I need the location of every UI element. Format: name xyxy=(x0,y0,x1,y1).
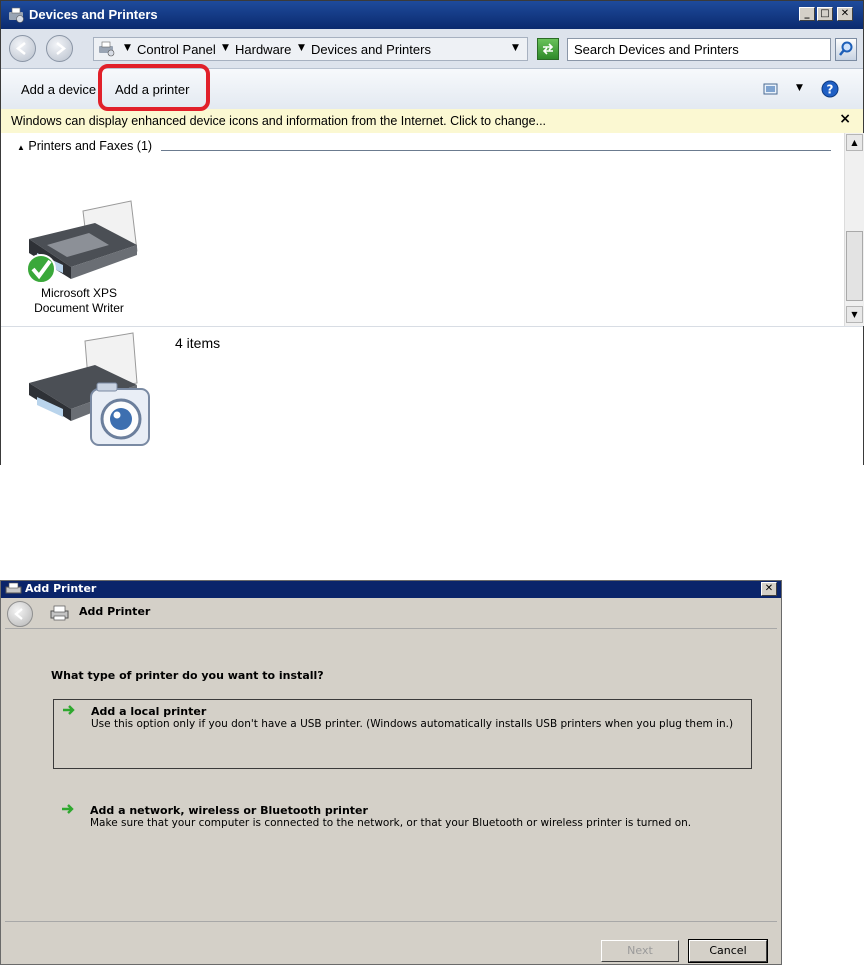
cancel-button[interactable]: Cancel xyxy=(688,939,768,963)
scroll-up-icon[interactable]: ▲ xyxy=(846,134,863,151)
device-list: ▲ Printers and Faxes (1) Microsoft XPS D… xyxy=(1,133,863,326)
option-description: Make sure that your computer is connecte… xyxy=(90,817,692,829)
control-panel-icon xyxy=(99,41,115,57)
add-local-printer-option[interactable]: Add a local printer Use this option only… xyxy=(53,699,752,769)
forward-arrow-icon xyxy=(56,42,67,55)
change-view-icon[interactable] xyxy=(763,82,779,96)
devices-and-printers-window: Devices and Printers _ □ ✕ ▼ Control Pan… xyxy=(0,0,864,465)
close-button[interactable]: ✕ xyxy=(837,7,853,21)
back-button[interactable] xyxy=(7,601,33,627)
next-button[interactable]: Next xyxy=(601,940,679,962)
add-network-printer-option[interactable]: Add a network, wireless or Bluetooth pri… xyxy=(53,799,752,849)
window-title: Devices and Printers xyxy=(29,7,158,22)
option-description: Use this option only if you don't have a… xyxy=(91,718,734,730)
breadcrumb-control-panel[interactable]: Control Panel xyxy=(137,42,216,57)
chevron-down-icon[interactable]: ▼ xyxy=(124,43,131,53)
printer-icon xyxy=(26,200,138,284)
option-title: Add a local printer xyxy=(91,705,207,718)
printer-small-icon xyxy=(5,582,22,594)
view-dropdown-icon[interactable]: ▼ xyxy=(796,83,803,93)
info-bar-close-icon[interactable]: × xyxy=(839,111,851,127)
group-divider xyxy=(161,150,831,151)
close-button[interactable]: ✕ xyxy=(761,582,777,596)
device-label-line2: Document Writer xyxy=(34,301,124,315)
add-printer-dialog: Add Printer ✕ Add Printer What type of p… xyxy=(0,580,782,965)
printer-icon xyxy=(50,605,69,621)
scroll-thumb[interactable] xyxy=(846,231,863,301)
question-heading: What type of printer do you want to inst… xyxy=(51,669,324,682)
search-button[interactable] xyxy=(835,38,857,61)
green-arrow-icon xyxy=(63,705,75,715)
collapse-icon[interactable]: ▲ xyxy=(17,143,25,152)
wizard-title: Add Printer xyxy=(79,605,151,618)
back-button[interactable] xyxy=(9,35,36,62)
minimize-button[interactable]: _ xyxy=(799,7,815,21)
back-arrow-icon xyxy=(15,42,26,55)
details-pane: 4 items xyxy=(1,326,863,465)
search-input[interactable]: Search Devices and Printers xyxy=(567,38,831,61)
dialog-title: Add Printer xyxy=(25,582,97,595)
maximize-button[interactable]: □ xyxy=(817,7,833,21)
breadcrumb-devices-and-printers[interactable]: Devices and Printers xyxy=(311,42,431,57)
chevron-down-icon[interactable]: ▼ xyxy=(222,43,229,53)
option-title: Add a network, wireless or Bluetooth pri… xyxy=(90,804,368,817)
info-bar[interactable]: Windows can display enhanced device icon… xyxy=(1,109,863,134)
group-header[interactable]: ▲ Printers and Faxes (1) xyxy=(17,139,152,153)
refresh-icon xyxy=(542,43,554,55)
address-dropdown-icon[interactable]: ▼ xyxy=(512,43,519,53)
wizard-header: Add Printer xyxy=(1,598,781,628)
forward-button[interactable] xyxy=(46,35,73,62)
printer-device-item[interactable] xyxy=(23,193,143,284)
back-arrow-icon xyxy=(14,608,23,620)
devices-printers-icon xyxy=(9,7,24,23)
title-bar[interactable]: Add Printer ✕ xyxy=(1,581,781,598)
wizard-content: What type of printer do you want to inst… xyxy=(5,628,777,921)
info-bar-message[interactable]: Windows can display enhanced device icon… xyxy=(11,114,546,128)
printer-camera-icon xyxy=(29,332,150,446)
item-count: 4 items xyxy=(175,335,221,351)
wizard-footer: Next Cancel xyxy=(5,921,777,963)
scroll-down-icon[interactable]: ▼ xyxy=(846,306,863,323)
address-bar[interactable]: ▼ Control Panel ▼ Hardware ▼ Devices and… xyxy=(93,37,528,61)
group-header-label: Printers and Faxes (1) xyxy=(28,139,153,153)
green-arrow-icon xyxy=(62,804,74,814)
vertical-scrollbar[interactable]: ▲ ▼ xyxy=(844,133,864,326)
refresh-button[interactable] xyxy=(537,38,559,60)
add-device-button[interactable]: Add a device xyxy=(21,82,96,97)
help-icon[interactable]: ? xyxy=(821,80,839,98)
search-icon xyxy=(839,41,853,56)
device-label-line1: Microsoft XPS xyxy=(40,286,118,300)
chevron-down-icon[interactable]: ▼ xyxy=(298,43,305,53)
navigation-bar: ▼ Control Panel ▼ Hardware ▼ Devices and… xyxy=(1,29,863,69)
svg-text:?: ? xyxy=(827,83,834,97)
breadcrumb-hardware[interactable]: Hardware xyxy=(235,42,291,57)
printer-device-label[interactable]: Microsoft XPS Document Writer xyxy=(29,286,129,316)
title-bar[interactable]: Devices and Printers _ □ ✕ xyxy=(1,1,863,29)
highlight-annotation xyxy=(98,64,210,111)
